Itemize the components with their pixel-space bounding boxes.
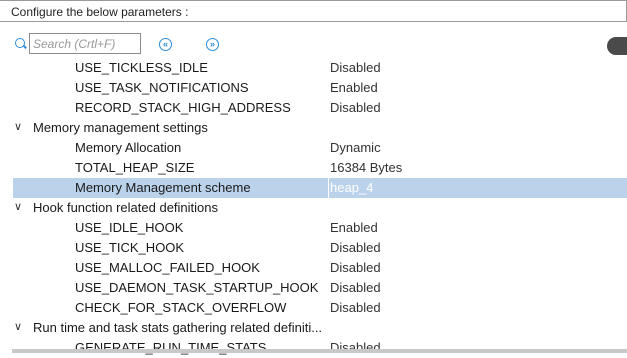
parameter-row[interactable]: USE_IDLE_HOOK Enabled <box>0 218 627 238</box>
parameter-value[interactable]: Enabled <box>330 80 378 95</box>
parameter-name: USE_IDLE_HOOK <box>75 220 184 235</box>
chevron-down-icon[interactable]: ∨ <box>14 120 22 133</box>
group-label: Run time and task stats gathering relate… <box>33 320 323 335</box>
parameter-row[interactable]: Memory Allocation Dynamic <box>0 138 627 158</box>
parameter-name: CHECK_FOR_STACK_OVERFLOW <box>75 300 287 315</box>
parameter-row[interactable]: USE_TASK_NOTIFICATIONS Enabled <box>0 78 627 98</box>
parameter-row[interactable]: CHECK_FOR_STACK_OVERFLOW Disabled <box>0 298 627 318</box>
parameter-name: USE_MALLOC_FAILED_HOOK <box>75 260 260 275</box>
parameter-row[interactable]: RECORD_STACK_HIGH_ADDRESS Disabled <box>0 98 627 118</box>
parameter-value[interactable]: Disabled <box>330 240 381 255</box>
parameter-row[interactable]: USE_TICKLESS_IDLE Disabled <box>0 58 627 78</box>
group-label: Memory management settings <box>33 120 208 135</box>
parameter-value[interactable]: Enabled <box>330 220 378 235</box>
tree-group-row[interactable]: ∨ Hook function related definitions <box>0 198 627 218</box>
parameter-row[interactable]: TOTAL_HEAP_SIZE 16384 Bytes <box>0 158 627 178</box>
search-input[interactable] <box>29 33 141 54</box>
parameter-name: RECORD_STACK_HIGH_ADDRESS <box>75 100 291 115</box>
config-header: Configure the below parameters : <box>0 0 627 22</box>
expand-toggle-icon[interactable] <box>607 37 627 55</box>
column-separator <box>328 178 329 198</box>
parameter-name: USE_TICKLESS_IDLE <box>75 60 208 75</box>
parameter-row[interactable]: GENERATE_RUN_TIME_STATS Disabled <box>0 338 627 358</box>
next-match-icon[interactable]: » <box>206 38 219 51</box>
parameter-row[interactable]: USE_TICK_HOOK Disabled <box>0 238 627 258</box>
parameter-value[interactable]: Disabled <box>330 100 381 115</box>
previous-match-icon[interactable]: « <box>159 38 172 51</box>
parameter-name: Memory Allocation <box>75 140 182 155</box>
parameter-value[interactable]: Disabled <box>330 280 381 295</box>
parameter-value[interactable]: heap_4 <box>330 180 373 195</box>
group-label: Hook function related definitions <box>33 200 219 215</box>
parameter-row[interactable]: USE_DAEMON_TASK_STARTUP_HOOK Disabled <box>0 278 627 298</box>
parameter-name: USE_TICK_HOOK <box>75 240 185 255</box>
parameter-name: USE_DAEMON_TASK_STARTUP_HOOK <box>75 280 319 295</box>
config-title: Configure the below parameters : <box>11 5 189 19</box>
parameter-value[interactable]: Dynamic <box>330 140 381 155</box>
parameter-name: Memory Management scheme <box>75 180 251 195</box>
parameter-name: USE_TASK_NOTIFICATIONS <box>75 80 249 95</box>
chevron-down-icon[interactable]: ∨ <box>14 320 22 333</box>
tree-group-row[interactable]: ∨ Memory management settings <box>0 118 627 138</box>
parameter-value[interactable]: Disabled <box>330 260 381 275</box>
parameter-row[interactable]: USE_MALLOC_FAILED_HOOK Disabled <box>0 258 627 278</box>
parameter-name: TOTAL_HEAP_SIZE <box>75 160 195 175</box>
parameter-value[interactable]: Disabled <box>330 300 381 315</box>
parameter-value[interactable]: 16384 Bytes <box>330 160 402 175</box>
parameter-value[interactable]: Disabled <box>330 60 381 75</box>
search-icon <box>15 38 25 48</box>
chevron-down-icon[interactable]: ∨ <box>14 200 22 213</box>
parameter-row[interactable]: Memory Management scheme heap_4 <box>0 178 627 198</box>
horizontal-scrollbar[interactable] <box>12 349 627 353</box>
tree-group-row[interactable]: ∨ Run time and task stats gathering relat… <box>0 318 627 338</box>
